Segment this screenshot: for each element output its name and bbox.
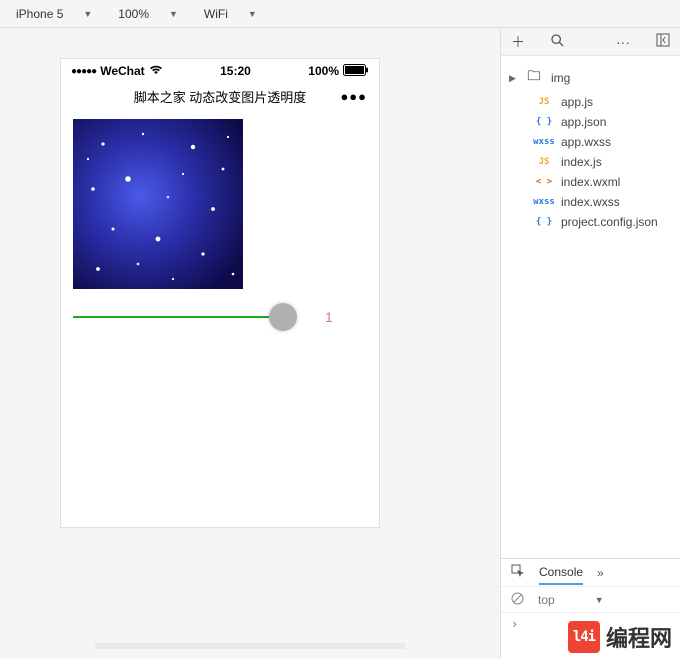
simulator-panel: ●●●●● WeChat 15:20 100% 脚本之家 动态改变图片透明度 ●… [0,28,500,659]
slider-thumb[interactable] [269,303,297,331]
folder-icon: 🗀 [523,67,545,89]
chevron-down-icon: ▼ [83,9,92,19]
add-file-icon[interactable]: ＋ [511,32,525,52]
search-icon[interactable] [551,34,564,50]
tab-console[interactable]: Console [539,565,583,585]
nav-bar: 脚本之家 动态改变图片透明度 ●●● [61,83,379,109]
battery-icon [343,64,369,79]
folder-name: img [551,71,570,85]
file-type-icon: JS [533,97,555,107]
context-label: top [538,593,555,607]
opacity-slider[interactable] [73,307,283,327]
more-icon[interactable]: ··· [616,34,630,50]
file-type-icon: { } [533,117,555,127]
file-type-icon: { } [533,217,555,227]
file-row[interactable]: < > index.wxml [505,172,676,192]
more-tabs-icon[interactable]: » [597,566,604,580]
wifi-icon [149,64,163,78]
file-name: project.config.json [561,215,658,229]
file-type-icon: wxss [533,137,555,147]
devtools-tabs: Console » [501,559,680,587]
file-row[interactable]: JS app.js [505,92,676,112]
preview-image [73,119,243,289]
network-dropdown[interactable]: WiFi ▼ [196,7,265,21]
file-row[interactable]: wxss index.wxss [505,192,676,212]
page-content: 1 [61,109,379,527]
inspect-icon[interactable] [511,564,525,581]
file-name: index.js [561,155,602,169]
clock-label: 15:20 [220,64,251,78]
file-type-icon: wxss [533,197,555,207]
file-type-icon: < > [533,177,555,187]
slider-value-label: 1 [325,309,333,325]
network-label: WiFi [204,7,228,21]
horizontal-scrollbar[interactable] [95,643,405,649]
chevron-down-icon: ▼ [595,595,604,605]
file-row[interactable]: { } app.json [505,112,676,132]
carrier-label: WeChat [100,64,144,78]
slider-fill [73,316,283,318]
status-bar: ●●●●● WeChat 15:20 100% [61,59,379,83]
editor-toolbar: ＋ ··· [501,28,680,56]
zoom-label: 100% [118,7,149,21]
watermark-badge: l4i [568,621,600,653]
zoom-dropdown[interactable]: 100% ▼ [110,7,186,21]
context-dropdown[interactable]: top ▼ [538,593,604,607]
folder-row[interactable]: ▶ 🗀 img [505,64,676,92]
file-row[interactable]: { } project.config.json [505,212,676,232]
collapse-panel-icon[interactable] [656,33,670,50]
file-name: index.wxss [561,195,620,209]
caret-right-icon: ▶ [509,73,517,84]
clear-console-icon[interactable] [511,592,524,608]
file-name: app.wxss [561,135,611,149]
file-type-icon: JS [533,157,555,167]
file-name: app.json [561,115,606,129]
chevron-down-icon: ▼ [248,9,257,19]
file-row[interactable]: JS index.js [505,152,676,172]
device-label: iPhone 5 [16,7,63,21]
file-row[interactable]: wxss app.wxss [505,132,676,152]
devtools-filter-bar: top ▼ [501,587,680,613]
editor-panel: ＋ ··· ▶ 🗀 img JSapp.js{ }app.jsonwxssapp… [500,28,680,659]
chevron-down-icon: ▼ [169,9,178,19]
page-title: 脚本之家 动态改变图片透明度 [134,87,307,106]
phone-frame: ●●●●● WeChat 15:20 100% 脚本之家 动态改变图片透明度 ●… [60,58,380,528]
file-name: app.js [561,95,593,109]
file-name: index.wxml [561,175,620,189]
menu-dots-icon[interactable]: ●●● [340,89,367,104]
watermark-logo: l4i 编程网 [568,621,672,653]
simulator-toolbar: iPhone 5 ▼ 100% ▼ WiFi ▼ [0,0,680,28]
watermark-text: 编程网 [606,621,672,653]
console-prompt-icon: › [511,617,518,631]
battery-pct-label: 100% [308,64,339,78]
file-tree: ▶ 🗀 img JS app.js { } app.json wxss app.wxss J… [501,56,680,558]
device-dropdown[interactable]: iPhone 5 ▼ [8,7,100,21]
opacity-slider-row: 1 [73,307,367,327]
signal-dots-icon: ●●●●● [71,66,96,77]
